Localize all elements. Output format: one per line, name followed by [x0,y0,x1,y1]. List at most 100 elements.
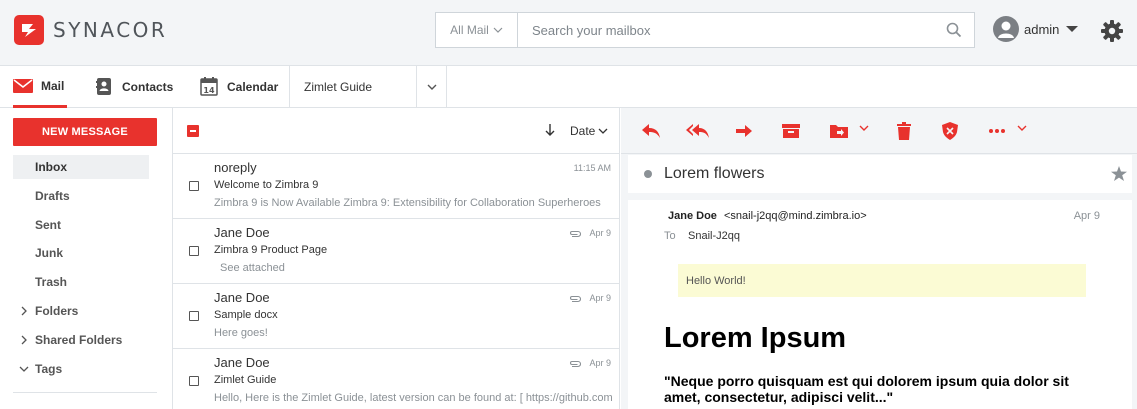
sidebar-item-junk[interactable]: Junk [13,241,149,265]
search-button[interactable] [934,13,974,47]
message-sender: noreply [214,160,257,175]
message-preview: Here goes! [214,327,268,339]
chevron-right-icon [13,306,35,316]
sidebar-divider [13,392,157,393]
chevron-down-icon [859,125,869,131]
nav-more-button[interactable] [417,66,447,107]
message-preview: Hello, Here is the Zimlet Guide, latest … [214,392,613,404]
search-bar: All Mail [435,12,975,48]
sender-name[interactable]: Jane Doe [668,210,717,222]
folder-sidebar: NEW MESSAGE Inbox Drafts Sent Junk Trash… [0,108,172,409]
sidebar-group-tags[interactable]: Tags [13,357,62,381]
shield-icon [942,122,958,140]
list-item[interactable]: noreply 11:15 AM Welcome to Zimbra 9 Zim… [173,154,619,219]
archive-icon [782,124,800,138]
paperclip-icon [570,295,581,303]
highlighted-text: Hello World! [678,264,1086,297]
list-item[interactable]: Jane Doe Apr 9 Zimlet Guide Hello, Here … [173,349,619,409]
delete-button[interactable] [896,122,912,140]
message-view: Jane Doe <snail-j2qq@mind.zimbra.io> Apr… [628,200,1132,409]
synacor-logo-icon [14,15,44,45]
message-toolbar [621,108,1137,154]
reply-all-button[interactable] [686,122,710,140]
forward-button[interactable] [735,122,753,140]
move-folder-button[interactable] [829,122,869,140]
more-actions-button[interactable] [988,122,1027,140]
reading-pane: Lorem flowers Jane Doe <snail-j2qq@mind.… [621,108,1137,409]
tab-mail[interactable]: Mail [13,66,67,108]
tab-contacts[interactable]: Contacts [96,66,173,107]
gear-icon [1101,20,1123,42]
sidebar-item-sent[interactable]: Sent [13,213,149,237]
message-date: Apr 9 [589,228,611,238]
tab-zimlet-guide[interactable]: Zimlet Guide [289,66,417,107]
message-date: Apr 9 [589,358,611,368]
sidebar-group-tags-label: Tags [35,362,63,376]
message-sender: Jane Doe [214,355,270,370]
chevron-down-icon [493,27,503,33]
tab-contacts-label: Contacts [122,79,174,94]
sidebar-item-drafts[interactable]: Drafts [13,184,149,208]
message-date: Apr 9 [1073,210,1100,222]
sort-dropdown[interactable]: Date [570,124,608,138]
chevron-down-icon [427,84,436,90]
synacor-logo[interactable]: SYNACOR [14,15,167,45]
new-message-button[interactable]: NEW MESSAGE [13,118,157,146]
mail-icon [13,78,33,93]
calendar-icon: 14 [200,77,218,96]
conversation-header: Lorem flowers [628,155,1132,193]
select-all-checkbox[interactable] [187,125,199,137]
sidebar-group-folders-label: Folders [35,304,79,318]
list-item[interactable]: Jane Doe Apr 9 Sample docx Here goes! [173,284,619,349]
body-heading: Lorem Ipsum [664,322,847,354]
sidebar-group-shared-folders[interactable]: Shared Folders [13,328,122,352]
archive-button[interactable] [781,122,801,140]
sidebar-item-inbox[interactable]: Inbox [13,155,149,179]
recipient[interactable]: Snail-J2qq [688,230,740,242]
chevron-down-icon [598,128,608,134]
search-scope-label: All Mail [450,23,489,37]
message-checkbox[interactable] [189,246,199,256]
message-sender: Jane Doe [214,225,270,240]
message-subject: Zimlet Guide [214,374,277,386]
sort-direction-icon[interactable] [545,123,555,137]
sidebar-group-folders[interactable]: Folders [13,299,78,323]
star-icon[interactable] [1111,166,1127,181]
message-subject: Zimbra 9 Product Page [214,244,328,256]
paperclip-icon [570,230,581,238]
chevron-down-icon [13,366,35,372]
reply-icon [642,124,660,138]
message-subject: Sample docx [214,309,278,321]
list-toolbar: Date [173,108,619,154]
tab-calendar[interactable]: 14 Calendar [200,66,278,107]
message-date: Apr 9 [589,293,611,303]
calendar-day-number: 14 [203,86,215,95]
spam-button[interactable] [942,122,958,140]
search-scope-dropdown[interactable]: All Mail [436,13,518,47]
sidebar-group-shared-folders-label: Shared Folders [35,333,123,347]
read-status-dot[interactable] [644,170,652,178]
search-icon [946,22,962,38]
sidebar-item-trash[interactable]: Trash [13,270,149,294]
user-name: admin [1024,21,1060,37]
reply-all-icon [686,124,709,138]
sender-email[interactable]: <snail-j2qq@mind.zimbra.io> [724,210,867,222]
tab-mail-label: Mail [41,78,65,93]
message-checkbox[interactable] [189,311,199,321]
user-menu[interactable]: admin [993,16,1079,42]
user-icon [998,21,1014,38]
app-nav: Mail Contacts 14 Calendar Zimlet Guide [0,66,1137,108]
message-checkbox[interactable] [189,181,199,191]
folder-move-icon [830,125,848,138]
tab-zimlet-guide-label: Zimlet Guide [304,79,373,94]
message-checkbox[interactable] [189,376,199,386]
forward-icon [736,125,752,137]
list-item[interactable]: Jane Doe Apr 9 Zimbra 9 Product Page See… [173,219,619,284]
app-header: SYNACOR All Mail admin [0,0,1137,66]
settings-button[interactable] [1100,19,1124,46]
chevron-right-icon [13,335,35,345]
more-horizontal-icon [989,129,1005,133]
search-input[interactable] [518,13,934,47]
trash-icon [897,122,911,140]
reply-button[interactable] [641,122,661,140]
